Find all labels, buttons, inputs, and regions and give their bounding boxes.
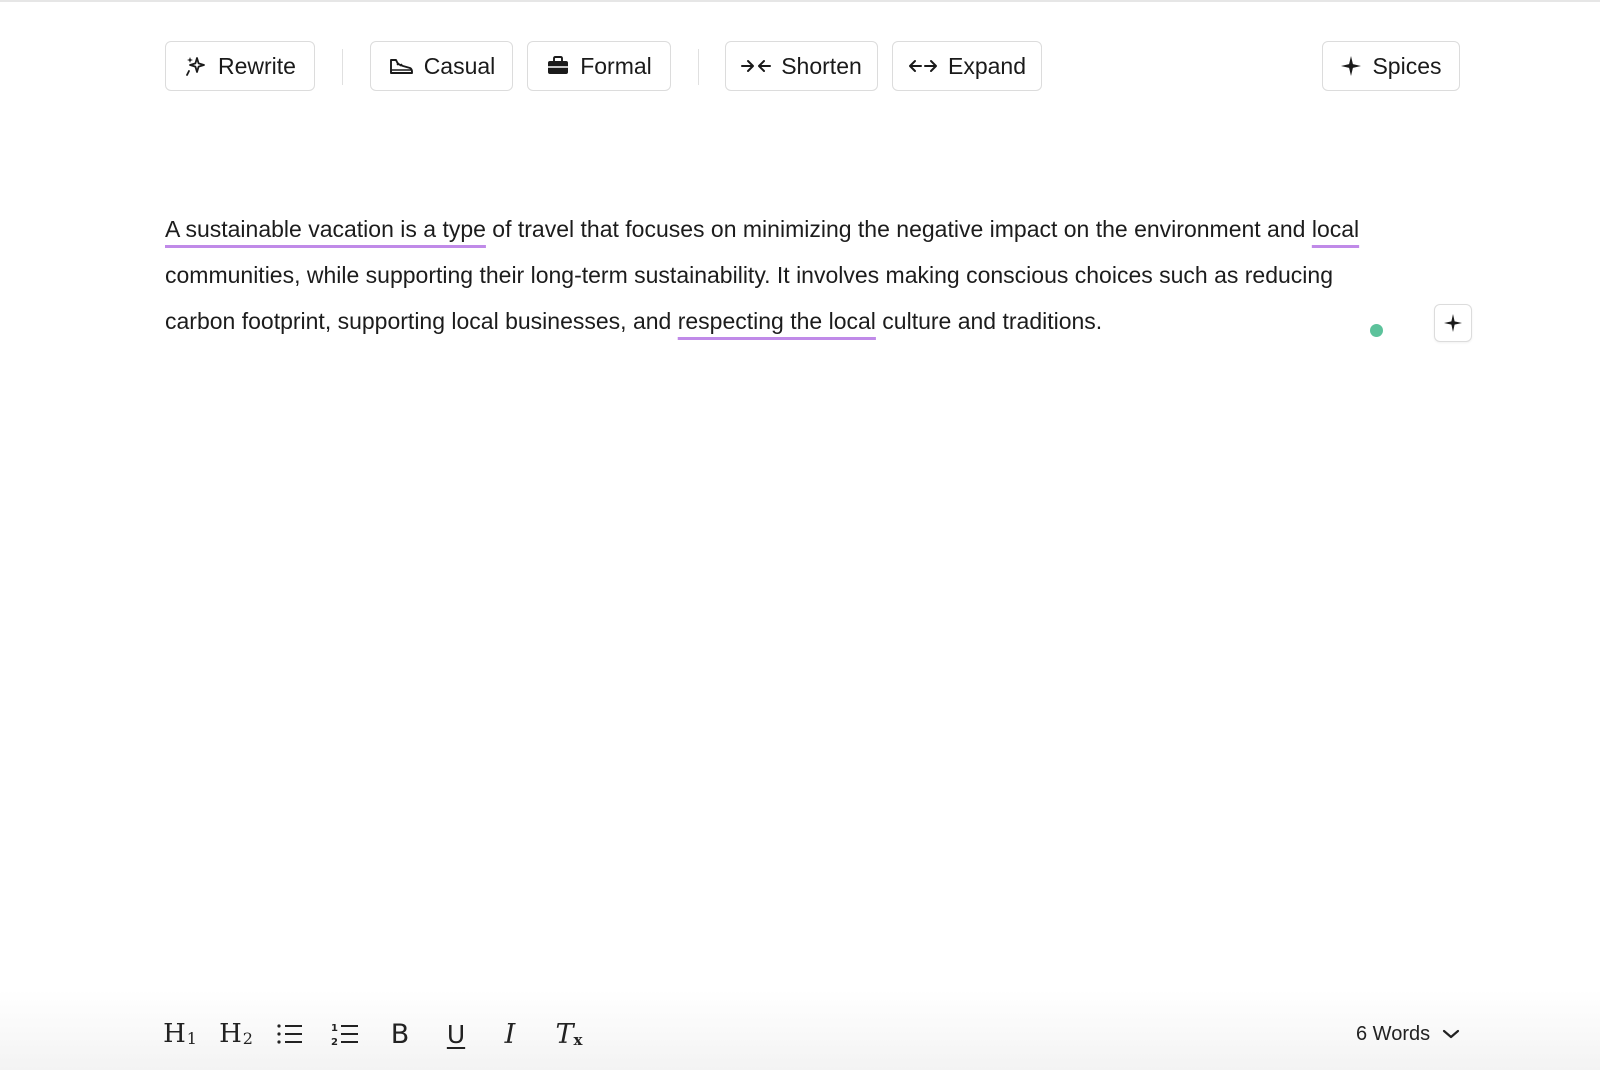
formal-button[interactable]: Formal xyxy=(527,41,671,91)
bullet-list-button[interactable] xyxy=(275,1016,305,1052)
numbered-list-button[interactable]: 1 2 xyxy=(330,1016,360,1052)
chevron-down-icon xyxy=(1443,1029,1460,1039)
text-segment: culture and traditions. xyxy=(875,308,1103,334)
underline-label: U xyxy=(446,1019,466,1049)
heading-1-sub: 1 xyxy=(186,1028,197,1048)
bold-button[interactable]: B xyxy=(386,1016,414,1052)
clear-format-button[interactable]: Tx xyxy=(553,1016,585,1052)
bold-label: B xyxy=(390,1018,410,1050)
casual-label: Casual xyxy=(423,52,496,79)
highlighted-phrase[interactable]: respecting the local xyxy=(678,308,876,334)
casual-button[interactable]: Casual xyxy=(370,41,513,91)
heading-2-button[interactable]: H2 xyxy=(218,1016,254,1052)
spices-label: Spices xyxy=(1372,52,1442,79)
clear-format-label: T xyxy=(555,1018,574,1050)
highlighted-phrase[interactable]: local xyxy=(1312,216,1359,242)
shorten-arrows-icon xyxy=(741,60,772,72)
toolbar-divider xyxy=(342,49,343,85)
highlighted-phrase[interactable]: A sustainable vacation is a type xyxy=(165,216,486,242)
rewrite-label: Rewrite xyxy=(218,52,296,79)
word-count-label: 6 Words xyxy=(1356,1022,1431,1045)
plus-icon xyxy=(1444,314,1462,332)
expand-arrows-icon xyxy=(908,60,937,72)
numbered-list-icon: 1 2 xyxy=(331,1023,358,1047)
heading-1-button[interactable]: H1 xyxy=(162,1016,198,1052)
heading-1-label: H xyxy=(163,1019,186,1049)
underline-button[interactable]: U xyxy=(442,1016,470,1052)
text-segment: of travel that focuses on minimizing the… xyxy=(485,216,1312,242)
sparkle-icon xyxy=(1341,56,1362,76)
formal-label: Formal xyxy=(580,52,652,79)
expand-label: Expand xyxy=(947,52,1026,79)
rewrite-button[interactable]: Rewrite xyxy=(165,41,315,91)
bullet-list-icon xyxy=(277,1024,302,1044)
svg-text:1: 1 xyxy=(331,1023,338,1034)
sparkle-icon xyxy=(186,57,205,76)
shorten-button[interactable]: Shorten xyxy=(725,41,878,91)
add-block-button[interactable] xyxy=(1434,304,1472,342)
heading-2-label: H xyxy=(219,1019,242,1049)
italic-button[interactable]: I xyxy=(497,1016,523,1052)
editor-paragraph[interactable]: A sustainable vacation is a type of trav… xyxy=(165,206,1395,344)
heading-2-sub: 2 xyxy=(242,1028,253,1048)
expand-button[interactable]: Expand xyxy=(892,41,1042,91)
spices-button[interactable]: Spices xyxy=(1322,41,1460,91)
svg-text:2: 2 xyxy=(331,1037,338,1047)
top-border xyxy=(0,0,1600,2)
briefcase-icon xyxy=(548,56,569,74)
word-count-dropdown[interactable]: 6 Words xyxy=(1356,1016,1460,1052)
shorten-label: Shorten xyxy=(781,52,862,79)
clear-format-sub: x xyxy=(573,1031,583,1049)
italic-label: I xyxy=(504,1018,516,1050)
rewrite-toolbar: Rewrite Casual Formal Shorten Expand Spi… xyxy=(0,41,1600,93)
status-dot xyxy=(1370,324,1383,337)
shoe-icon xyxy=(389,59,413,74)
toolbar-divider xyxy=(698,49,699,85)
